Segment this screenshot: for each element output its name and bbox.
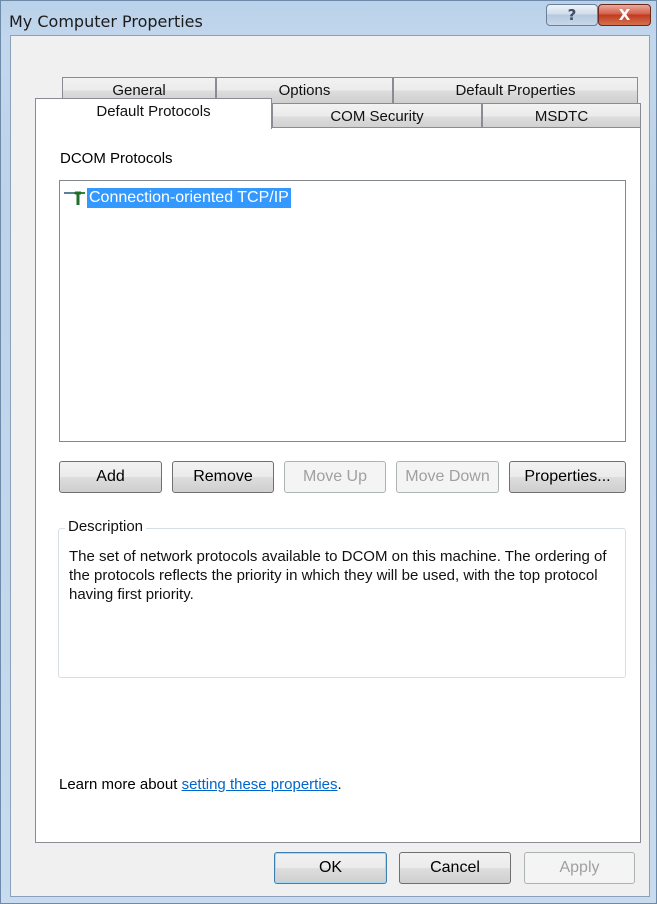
description-groupbox: Description The set of network protocols… [58,518,626,678]
help-icon: ? [567,6,577,24]
close-icon: X [618,6,631,24]
remove-button[interactable]: Remove [172,461,274,493]
cancel-button[interactable]: Cancel [399,852,511,884]
tab-msdtc[interactable]: MSDTC [482,103,641,129]
move-up-button[interactable]: Move Up [284,461,386,493]
add-button[interactable]: Add [59,461,162,493]
tab-default-protocols-label: Default Protocols [96,103,211,120]
protocol-item-label: Connection-oriented TCP/IP [87,188,291,208]
protocols-listbox[interactable]: Connection-oriented TCP/IP [59,180,626,442]
title-bar[interactable]: My Computer Properties ? X [1,1,656,35]
move-down-button[interactable]: Move Down [396,461,499,493]
description-text: The set of network protocols available t… [69,548,607,603]
description-legend: Description [65,518,147,535]
apply-button[interactable]: Apply [524,852,635,884]
setting-properties-link[interactable]: setting these properties [182,776,338,793]
ok-button[interactable]: OK [274,852,387,884]
window-title: My Computer Properties [9,12,203,31]
close-button[interactable]: X [598,4,651,26]
learn-more-suffix: . [337,776,342,793]
tab-msdtc-label: MSDTC [534,108,589,125]
list-item[interactable]: Connection-oriented TCP/IP [63,187,291,209]
tab-options-label: Options [278,82,331,99]
dcom-protocols-label: DCOM Protocols [60,150,173,167]
tab-com-security[interactable]: COM Security [272,103,482,129]
learn-more-prefix: Learn more about [59,776,182,793]
learn-more-text: Learn more about setting these propertie… [59,776,342,793]
help-button[interactable]: ? [546,4,598,26]
tab-default-protocols[interactable]: Default Protocols [35,98,272,129]
tab-com-security-label: COM Security [330,108,424,125]
tab-default-properties-label: Default Properties [455,82,576,99]
network-protocol-icon [63,187,87,209]
tab-default-properties[interactable]: Default Properties [393,77,638,103]
tab-general-label: General [112,82,166,99]
properties-button[interactable]: Properties... [509,461,626,493]
